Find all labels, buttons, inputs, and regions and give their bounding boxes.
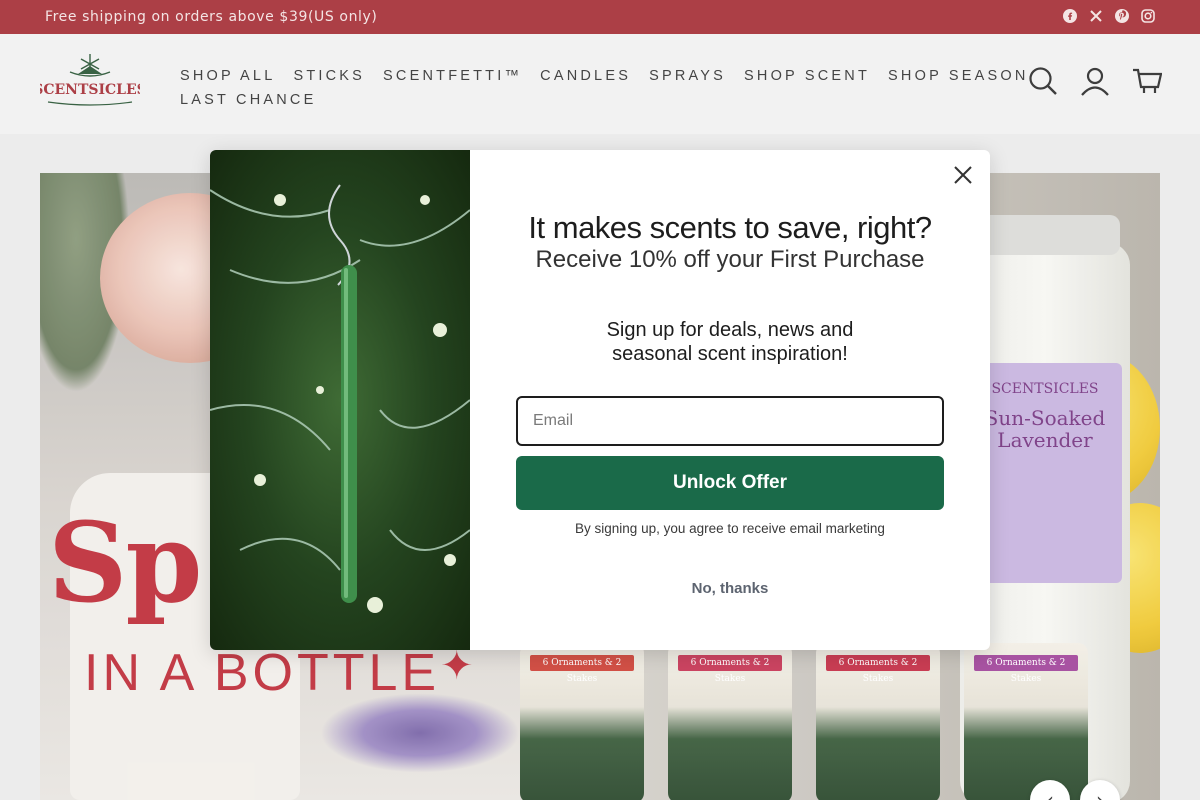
close-icon: [954, 166, 972, 184]
modal-body-line-2: seasonal scent inspiration!: [612, 343, 848, 365]
disclaimer-text: By signing up, you agree to receive emai…: [575, 521, 885, 536]
ornament-image: [210, 150, 470, 650]
modal-body: It makes scents to save, right? Receive …: [470, 150, 990, 650]
signup-modal: It makes scents to save, right? Receive …: [210, 150, 990, 650]
modal-subhead: Receive 10% off your First Purchase: [535, 246, 925, 273]
no-thanks-link[interactable]: No, thanks: [675, 580, 785, 597]
close-button[interactable]: [950, 162, 976, 188]
email-input[interactable]: [516, 396, 944, 446]
modal-body-line-1: Sign up for deals, news and: [606, 319, 854, 341]
unlock-offer-button[interactable]: Unlock Offer: [516, 456, 944, 510]
modal-headline: It makes scents to save, right?: [528, 210, 932, 245]
